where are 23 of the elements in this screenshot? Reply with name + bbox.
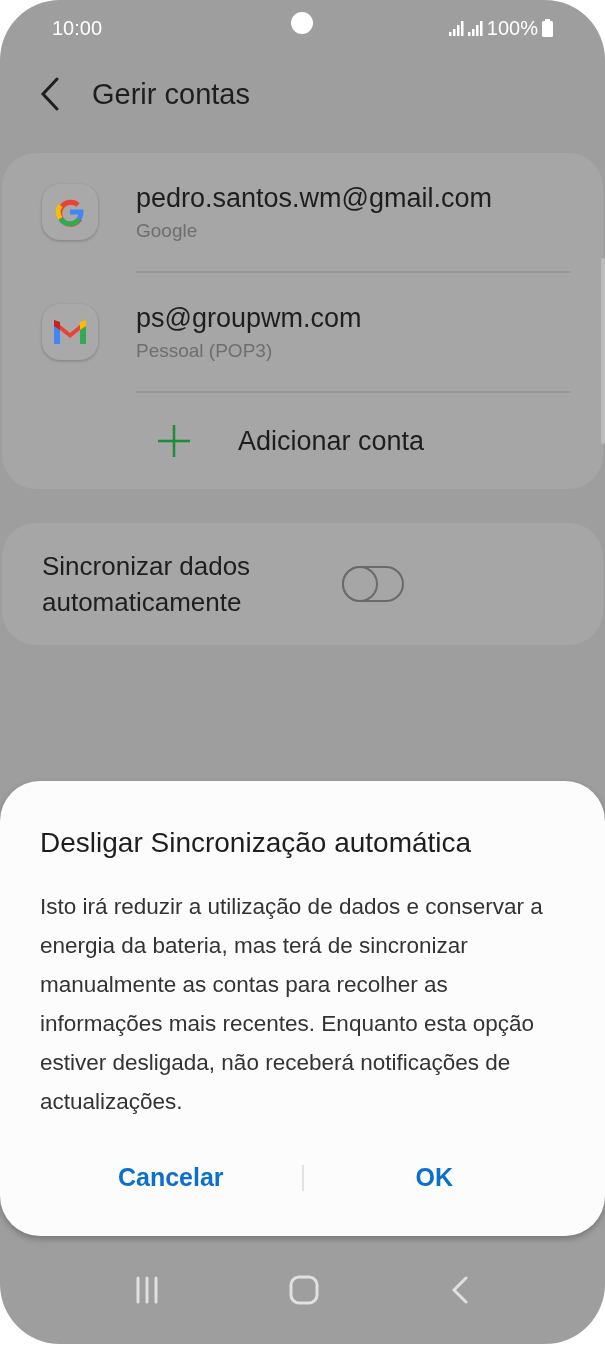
clock-time: 10:00 bbox=[52, 16, 103, 40]
google-logo-icon bbox=[55, 197, 85, 227]
dialog-title: Desligar Sincronização automática bbox=[40, 827, 473, 859]
camera-hole-icon bbox=[291, 12, 313, 34]
page-title: Gerir contas bbox=[92, 77, 250, 111]
account-email[interactable]: pedro.santos.wm@gmail.com bbox=[136, 182, 493, 214]
signal-icon bbox=[448, 20, 464, 36]
recent-apps-icon[interactable] bbox=[135, 1276, 158, 1304]
dialog-message: Isto irá reduzir a utilização de dados e conservar a energia da bateria, mas terá de sincronizar manualmente as contas para recolher as informações mais recentes. Enquanto esta opção estiver desligada, não receberá notificações de actualizações. bbox=[40, 893, 544, 1116]
signal-icon bbox=[467, 20, 483, 36]
account-type: Pessoal (POP3) bbox=[136, 339, 274, 362]
battery-icon bbox=[542, 19, 553, 37]
home-icon[interactable] bbox=[289, 1275, 320, 1305]
toggle-switch[interactable] bbox=[342, 566, 404, 602]
setting-label: Sincronizar dados automaticamente bbox=[42, 550, 252, 619]
account-type: Google bbox=[136, 219, 199, 242]
add-account-link[interactable]: Adicionar conta bbox=[238, 425, 425, 457]
battery-percentage: 100% bbox=[486, 16, 538, 40]
back-icon[interactable] bbox=[40, 77, 60, 111]
ok-button[interactable]: OK bbox=[303, 1157, 565, 1198]
account-email[interactable]: ps@groupwm.com bbox=[136, 302, 362, 334]
cancel-button[interactable]: Cancelar bbox=[40, 1157, 302, 1198]
plus-icon bbox=[158, 425, 190, 457]
